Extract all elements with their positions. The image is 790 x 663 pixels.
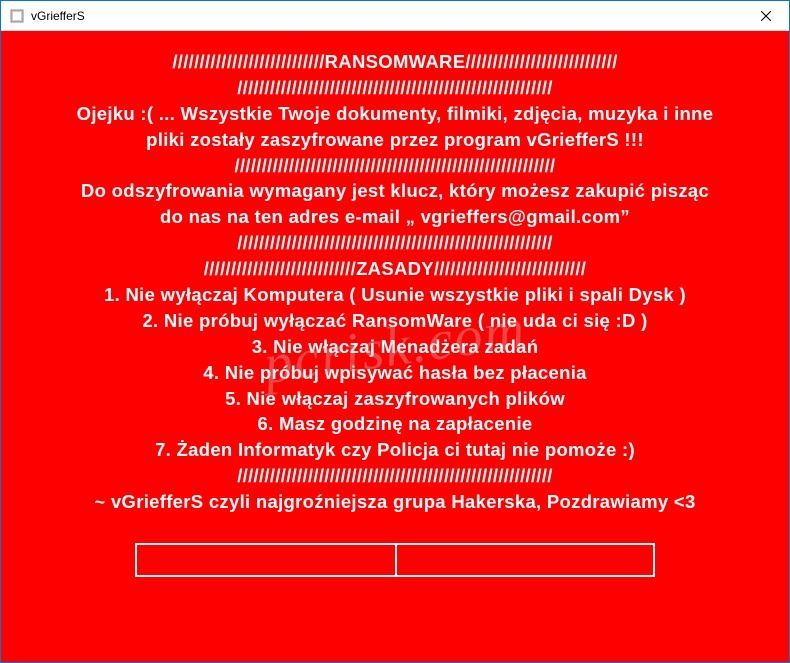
- note-line: Do odszyfrowania wymagany jest klucz, kt…: [15, 178, 775, 204]
- application-window: vGriefferS pcrisk.com //////////////////…: [0, 0, 790, 663]
- note-line: ////////////////////////////////////////…: [15, 230, 775, 256]
- note-line: ////////////////////////////RANSOMWARE//…: [15, 49, 775, 75]
- input-box-right[interactable]: [395, 543, 655, 577]
- note-line: Ojejku :( ... Wszystkie Twoje dokumenty,…: [15, 101, 775, 127]
- window-title: vGriefferS: [31, 9, 743, 23]
- note-line: ////////////////////////////////////////…: [15, 153, 775, 179]
- note-line: 6. Masz godzinę na zapłacenie: [15, 411, 775, 437]
- close-icon: [761, 11, 771, 21]
- ransom-note-panel: pcrisk.com ////////////////////////////R…: [1, 31, 789, 662]
- note-line: ////////////////////////////ZASADY//////…: [15, 256, 775, 282]
- note-line: 7. Żaden Informatyk czy Policja ci tutaj…: [15, 437, 775, 463]
- note-line: ////////////////////////////////////////…: [15, 463, 775, 489]
- note-line: 4. Nie próbuj wpisywać hasła bez płaceni…: [15, 360, 775, 386]
- titlebar: vGriefferS: [1, 1, 789, 31]
- note-line: 2. Nie próbuj wyłączać RansomWare ( nie …: [15, 308, 775, 334]
- note-line: ////////////////////////////////////////…: [15, 75, 775, 101]
- input-row: [135, 543, 655, 577]
- note-line: 5. Nie włączaj zaszyfrowanych plików: [15, 386, 775, 412]
- note-line: do nas na ten adres e-mail „ vgrieffers@…: [15, 204, 775, 230]
- input-box-left[interactable]: [135, 543, 395, 577]
- app-icon: [9, 8, 25, 24]
- close-button[interactable]: [743, 1, 789, 31]
- note-line: 3. Nie włączaj Menadżera zadań: [15, 334, 775, 360]
- note-line: ~ vGriefferS czyli najgroźniejsza grupa …: [15, 489, 775, 515]
- note-line: pliki zostały zaszyfrowane przez program…: [15, 127, 775, 153]
- note-line: 1. Nie wyłączaj Komputera ( Usunie wszys…: [15, 282, 775, 308]
